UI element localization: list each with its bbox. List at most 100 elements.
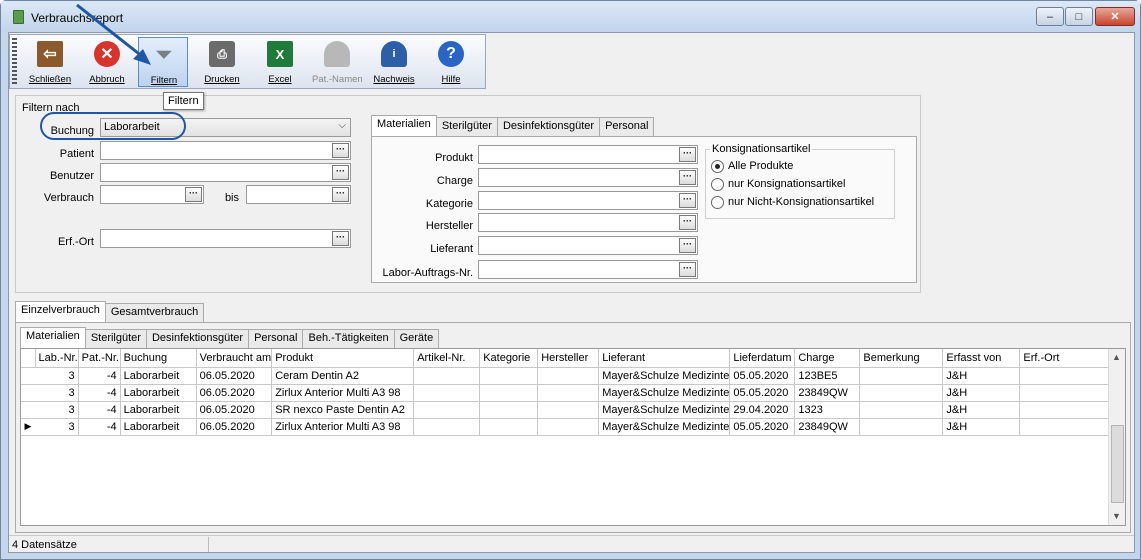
column-header[interactable]: Produkt <box>271 349 415 368</box>
labor-auftrags-field[interactable]: ··· <box>478 260 698 279</box>
tab-personal[interactable]: Personal <box>599 117 655 136</box>
tab-gesamtverbrauch[interactable]: Gesamtverbrauch <box>104 303 205 322</box>
hersteller-field[interactable]: ··· <box>478 213 698 232</box>
table-cell[interactable] <box>1019 384 1111 402</box>
column-header[interactable]: Lab.-Nr. <box>35 349 79 368</box>
table-cell[interactable]: -4 <box>78 384 121 402</box>
table-cell[interactable]: J&H <box>942 367 1021 385</box>
table-cell[interactable] <box>859 418 944 436</box>
table-cell[interactable]: 29.04.2020 <box>729 401 796 419</box>
title-bar[interactable]: Verbrauchsreport – □ ✕ <box>1 1 1140 31</box>
kategorie-browse-button[interactable]: ··· <box>679 193 696 208</box>
table-cell[interactable] <box>537 367 600 385</box>
verbrauch-to-field[interactable]: ··· <box>246 185 351 204</box>
column-header[interactable]: Bemerkung <box>859 349 944 368</box>
close-report-button[interactable]: ⇦ Schließen <box>25 37 75 87</box>
lieferant-browse-button[interactable]: ··· <box>679 238 696 253</box>
table-cell[interactable]: 23849QW <box>794 384 861 402</box>
table-cell[interactable]: 123BE5 <box>794 367 861 385</box>
table-cell[interactable]: -4 <box>78 367 121 385</box>
column-header[interactable]: Artikel-Nr. <box>413 349 481 368</box>
column-header[interactable]: Erfasst von <box>942 349 1021 368</box>
help-button[interactable]: ? Hilfe <box>426 37 476 87</box>
table-cell[interactable]: Mayer&Schulze Medizinte <box>598 401 731 419</box>
patient-names-button[interactable]: Pat.-Namen <box>312 37 363 87</box>
column-header[interactable]: Hersteller <box>537 349 600 368</box>
table-cell[interactable]: 05.05.2020 <box>729 367 796 385</box>
lieferant-field[interactable]: ··· <box>478 236 698 255</box>
table-cell[interactable]: 06.05.2020 <box>196 384 273 402</box>
table-cell[interactable] <box>859 401 944 419</box>
table-cell[interactable]: J&H <box>942 384 1021 402</box>
verbrauch-from-field[interactable]: ··· <box>100 185 204 204</box>
table-cell[interactable]: Ceram Dentin A2 <box>271 367 415 385</box>
kategorie-field[interactable]: ··· <box>478 191 698 210</box>
table-cell[interactable]: 06.05.2020 <box>196 418 273 436</box>
table-cell[interactable]: 3 <box>35 401 79 419</box>
erfort-browse-button[interactable]: ··· <box>332 231 349 246</box>
table-cell[interactable]: Laborarbeit <box>120 367 197 385</box>
table-cell[interactable]: 05.05.2020 <box>729 384 796 402</box>
benutzer-field[interactable]: ··· <box>100 163 351 182</box>
data-grid[interactable]: Lab.-Nr. Pat.-Nr. Buchung Verbraucht am Prod… <box>20 348 1126 526</box>
table-cell[interactable] <box>413 401 481 419</box>
table-cell[interactable]: SR nexco Paste Dentin A2 <box>271 401 415 419</box>
tab-grid-personal[interactable]: Personal <box>248 329 304 348</box>
tab-sterilgueter[interactable]: Sterilgüter <box>435 117 498 136</box>
table-cell[interactable]: 23849QW <box>794 418 861 436</box>
patient-browse-button[interactable]: ··· <box>332 143 349 158</box>
table-cell[interactable]: Mayer&Schulze Medizinte <box>598 367 731 385</box>
toolbar-grip[interactable] <box>12 38 17 86</box>
tab-einzelverbrauch[interactable]: Einzelverbrauch <box>15 301 106 322</box>
tab-desinfektionsgueter[interactable]: Desinfektionsgüter <box>496 117 601 136</box>
close-button[interactable]: ✕ <box>1095 7 1135 26</box>
table-cell[interactable]: Mayer&Schulze Medizinte <box>598 418 731 436</box>
table-cell[interactable]: J&H <box>942 401 1021 419</box>
scroll-down-icon[interactable]: ▼ <box>1112 511 1121 521</box>
table-cell[interactable]: J&H <box>942 418 1021 436</box>
column-header[interactable]: Verbraucht am <box>196 349 273 368</box>
column-header[interactable]: Kategorie <box>479 349 539 368</box>
table-cell[interactable] <box>479 367 539 385</box>
column-header[interactable]: Lieferdatum <box>729 349 796 368</box>
nachweis-button[interactable]: i Nachweis <box>369 37 419 87</box>
table-cell[interactable]: 3 <box>35 367 79 385</box>
tab-grid-desinfektionsgueter[interactable]: Desinfektionsgüter <box>145 329 250 348</box>
erfort-field[interactable]: ··· <box>100 229 351 248</box>
charge-field[interactable]: ··· <box>478 168 698 187</box>
hersteller-browse-button[interactable]: ··· <box>679 215 696 230</box>
verbrauch-from-picker-button[interactable]: ··· <box>185 187 202 202</box>
table-row[interactable]: 3 -4 Laborarbeit 06.05.2020 Ceram Dentin A2 M… <box>21 367 1114 385</box>
table-cell[interactable] <box>413 384 481 402</box>
table-cell[interactable]: 05.05.2020 <box>729 418 796 436</box>
maximize-button[interactable]: □ <box>1065 7 1093 26</box>
table-cell[interactable]: 06.05.2020 <box>196 401 273 419</box>
tab-grid-beh-taetigkeiten[interactable]: Beh.-Tätigkeiten <box>302 329 395 348</box>
table-cell[interactable] <box>537 384 600 402</box>
table-cell[interactable] <box>1019 401 1111 419</box>
tab-grid-sterilgueter[interactable]: Sterilgüter <box>84 329 147 348</box>
table-cell[interactable]: 06.05.2020 <box>196 367 273 385</box>
table-cell[interactable]: Zirlux Anterior Multi A3 98 <box>271 418 415 436</box>
table-cell[interactable]: -4 <box>78 401 121 419</box>
tab-grid-materialien[interactable]: Materialien <box>20 327 86 348</box>
benutzer-browse-button[interactable]: ··· <box>332 165 349 180</box>
column-header[interactable]: Pat.-Nr. <box>78 349 121 368</box>
table-cell[interactable] <box>537 401 600 419</box>
table-cell[interactable] <box>859 367 944 385</box>
table-row[interactable]: ▶ 3 -4 Laborarbeit 06.05.2020 Zirlux Anterior… <box>21 418 1114 436</box>
table-cell[interactable]: Zirlux Anterior Multi A3 98 <box>271 384 415 402</box>
table-cell[interactable] <box>479 384 539 402</box>
table-cell[interactable]: 3 <box>35 384 79 402</box>
labor-auftrags-browse-button[interactable]: ··· <box>679 262 696 277</box>
table-cell[interactable]: 1323 <box>794 401 861 419</box>
table-cell[interactable] <box>413 418 481 436</box>
minimize-button[interactable]: – <box>1036 7 1064 26</box>
vertical-scrollbar[interactable]: ▲ ▼ <box>1108 349 1125 525</box>
table-cell[interactable] <box>537 418 600 436</box>
table-cell[interactable]: -4 <box>78 418 121 436</box>
scroll-thumb[interactable] <box>1111 425 1124 503</box>
scroll-up-icon[interactable]: ▲ <box>1112 352 1121 362</box>
table-row[interactable]: 3 -4 Laborarbeit 06.05.2020 Zirlux Anterior … <box>21 384 1114 402</box>
column-header[interactable]: Charge <box>794 349 861 368</box>
